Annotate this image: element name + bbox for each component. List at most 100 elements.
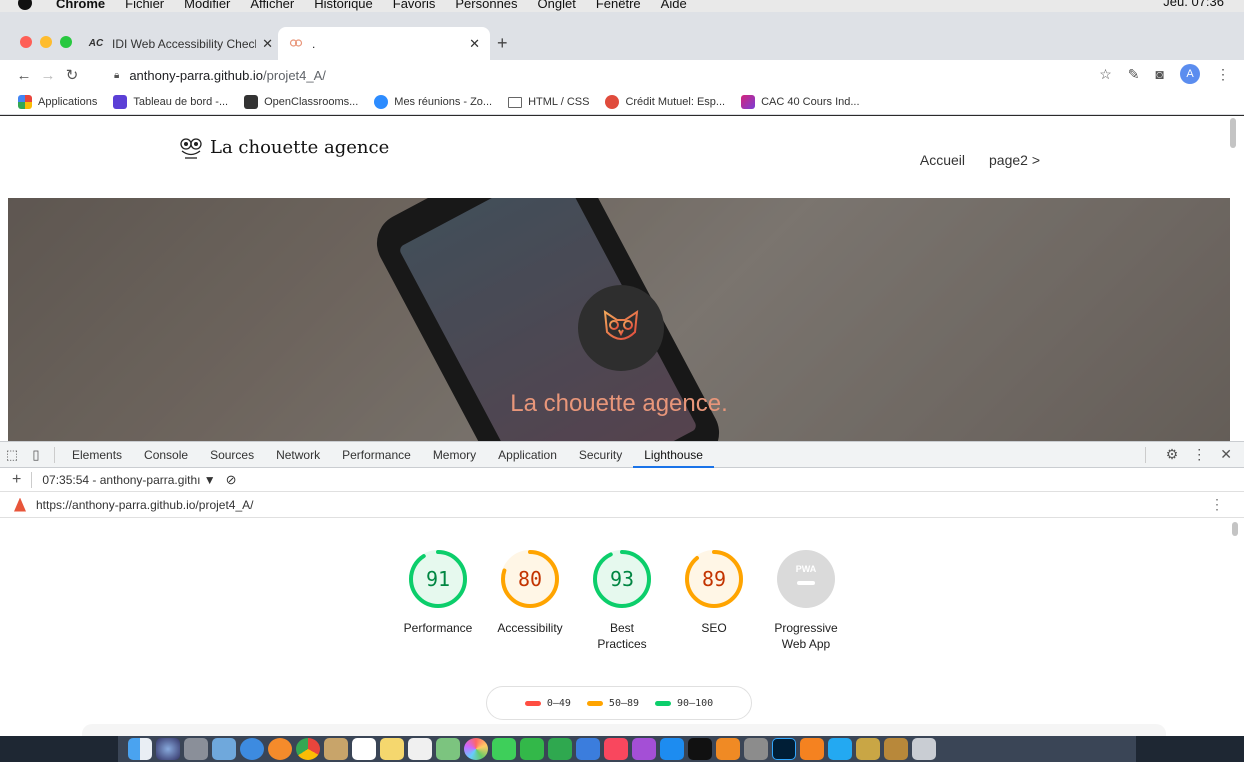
clear-reports-icon[interactable]: ⊘ xyxy=(226,472,237,488)
minimize-window-button[interactable] xyxy=(40,36,52,48)
calendar-icon[interactable] xyxy=(352,738,376,760)
close-window-button[interactable] xyxy=(20,36,32,48)
kebab-menu-icon[interactable]: ⋮ xyxy=(1192,446,1206,463)
nav-accueil[interactable]: Accueil xyxy=(920,152,965,168)
gauge-seo[interactable]: 89 SEO xyxy=(668,548,760,652)
books-icon[interactable] xyxy=(716,738,740,760)
devtools-tab-console[interactable]: Console xyxy=(133,442,199,468)
devtools-tab-network[interactable]: Network xyxy=(265,442,331,468)
devtools-tab-lighthouse[interactable]: Lighthouse xyxy=(633,442,714,468)
close-tab-icon[interactable]: ✕ xyxy=(262,36,273,52)
nav-page2[interactable]: page2 > xyxy=(989,152,1040,168)
new-report-icon[interactable]: + xyxy=(12,471,21,489)
maps-icon[interactable] xyxy=(436,738,460,760)
bookmark-zoom[interactable]: Mes réunions - Zo... xyxy=(374,95,492,109)
devtools-tab-sources[interactable]: Sources xyxy=(199,442,265,468)
trash-icon[interactable] xyxy=(912,738,936,760)
menu-afficher[interactable]: Afficher xyxy=(250,0,294,11)
bookmark-credit-mutuel[interactable]: Crédit Mutuel: Esp... xyxy=(605,95,725,109)
messages-icon[interactable] xyxy=(492,738,516,760)
extension-icon[interactable]: ◙ xyxy=(1156,66,1164,82)
owl-favicon-icon xyxy=(288,36,304,52)
gauge-pwa[interactable]: PWA Progressive Web App xyxy=(760,548,852,652)
report-url[interactable]: https://anthony-parra.github.io/projet4_… xyxy=(36,498,253,512)
keynote-icon[interactable] xyxy=(576,738,600,760)
vscode-icon[interactable] xyxy=(828,738,852,760)
notes-icon[interactable] xyxy=(380,738,404,760)
bookmark-openclassrooms[interactable]: OpenClassrooms... xyxy=(244,95,358,109)
tab-idi-checker[interactable]: AC IDI Web Accessibility Checker ✕ xyxy=(78,27,283,60)
inspect-element-icon[interactable]: ⬚ xyxy=(0,447,24,463)
close-devtools-icon[interactable]: ✕ xyxy=(1220,446,1232,463)
gauge-score-value: 80 xyxy=(518,567,542,591)
gauge-ring: 93 xyxy=(593,550,651,608)
finder-icon[interactable] xyxy=(128,738,152,760)
report-selector[interactable]: 07:35:54 - anthony-parra.githı ▼ xyxy=(42,473,215,487)
url-host: anthony-parra.github.io xyxy=(129,67,264,83)
podcasts-icon[interactable] xyxy=(632,738,656,760)
bookmark-html-css[interactable]: HTML / CSS xyxy=(508,96,589,108)
bookmark-cac40[interactable]: CAC 40 Cours Ind... xyxy=(741,95,860,109)
gauge-performance[interactable]: 91 Performance xyxy=(392,548,484,652)
menubar-clock[interactable]: Jeu. 07:36 xyxy=(1163,0,1224,9)
devtools-tab-application[interactable]: Application xyxy=(487,442,568,468)
apple-tv-icon[interactable] xyxy=(688,738,712,760)
app-store-icon[interactable] xyxy=(660,738,684,760)
menu-aide[interactable]: Aide xyxy=(661,0,687,11)
reload-icon[interactable]: ↻ xyxy=(60,66,84,84)
numbers-icon[interactable] xyxy=(548,738,572,760)
menu-historique[interactable]: Historique xyxy=(314,0,373,11)
menu-personnes[interactable]: Personnes xyxy=(455,0,517,11)
kebab-menu-icon[interactable]: ⋮ xyxy=(1216,66,1230,83)
devtools-tab-security[interactable]: Security xyxy=(568,442,633,468)
photos-icon[interactable] xyxy=(464,738,488,760)
zoom-window-button[interactable] xyxy=(60,36,72,48)
photoshop-icon[interactable] xyxy=(772,738,796,760)
safari-icon[interactable] xyxy=(240,738,264,760)
bookmark-star-icon[interactable]: ☆ xyxy=(1099,66,1112,83)
reminders-icon[interactable] xyxy=(408,738,432,760)
system-preferences-icon[interactable] xyxy=(744,738,768,760)
device-toolbar-icon[interactable]: ▯ xyxy=(24,447,48,463)
back-icon[interactable]: ← xyxy=(12,67,36,84)
page-scrollbar[interactable] xyxy=(1230,118,1236,148)
firefox-icon[interactable] xyxy=(268,738,292,760)
bookmark-applications[interactable]: Applications xyxy=(18,95,97,109)
forward-icon[interactable]: → xyxy=(36,67,60,84)
new-tab-button[interactable]: + xyxy=(497,34,508,52)
tab-active[interactable]: . ✕ xyxy=(278,27,490,60)
downloads-icon[interactable] xyxy=(856,738,880,760)
menu-fichier[interactable]: Fichier xyxy=(125,0,164,11)
gauge-accessibility[interactable]: 80 Accessibility xyxy=(484,548,576,652)
launchpad-icon[interactable] xyxy=(184,738,208,760)
sublime-icon[interactable] xyxy=(800,738,824,760)
eyedropper-icon[interactable]: ✎ xyxy=(1128,66,1140,83)
devtools-tab-performance[interactable]: Performance xyxy=(331,442,422,468)
devtools-tab-memory[interactable]: Memory xyxy=(422,442,487,468)
bookmark-tableau[interactable]: Tableau de bord -... xyxy=(113,95,228,109)
legend-swatch xyxy=(524,700,541,706)
devtools-tab-elements[interactable]: Elements xyxy=(61,442,133,468)
music-icon[interactable] xyxy=(604,738,628,760)
gauge-best-practices[interactable]: 93 Best Practices xyxy=(576,548,668,652)
menu-favoris[interactable]: Favoris xyxy=(393,0,436,11)
facetime-icon[interactable] xyxy=(520,738,544,760)
site-logo[interactable]: La chouette agence xyxy=(178,134,389,160)
report-menu-icon[interactable]: ⋮ xyxy=(1210,496,1244,513)
menu-onglet[interactable]: Onglet xyxy=(538,0,576,11)
profile-avatar[interactable]: A xyxy=(1180,64,1200,84)
lock-icon[interactable]: 🔒︎ xyxy=(114,70,119,81)
menubar-app-name[interactable]: Chrome xyxy=(56,0,105,11)
close-tab-icon[interactable]: ✕ xyxy=(469,36,480,52)
devtools-scrollbar[interactable] xyxy=(1232,522,1238,536)
menu-modifier[interactable]: Modifier xyxy=(184,0,230,11)
siri-icon[interactable] xyxy=(156,738,180,760)
settings-gear-icon[interactable]: ⚙ xyxy=(1166,446,1179,463)
menu-fenetre[interactable]: Fenêtre xyxy=(596,0,641,11)
contacts-icon[interactable] xyxy=(324,738,348,760)
chrome-icon[interactable] xyxy=(296,738,320,760)
preview-icon[interactable] xyxy=(212,738,236,760)
address-bar[interactable]: 🔒︎ anthony-parra.github.io/projet4_A/ xyxy=(100,63,1115,87)
apple-icon[interactable] xyxy=(18,0,32,10)
stacks-icon[interactable] xyxy=(884,738,908,760)
